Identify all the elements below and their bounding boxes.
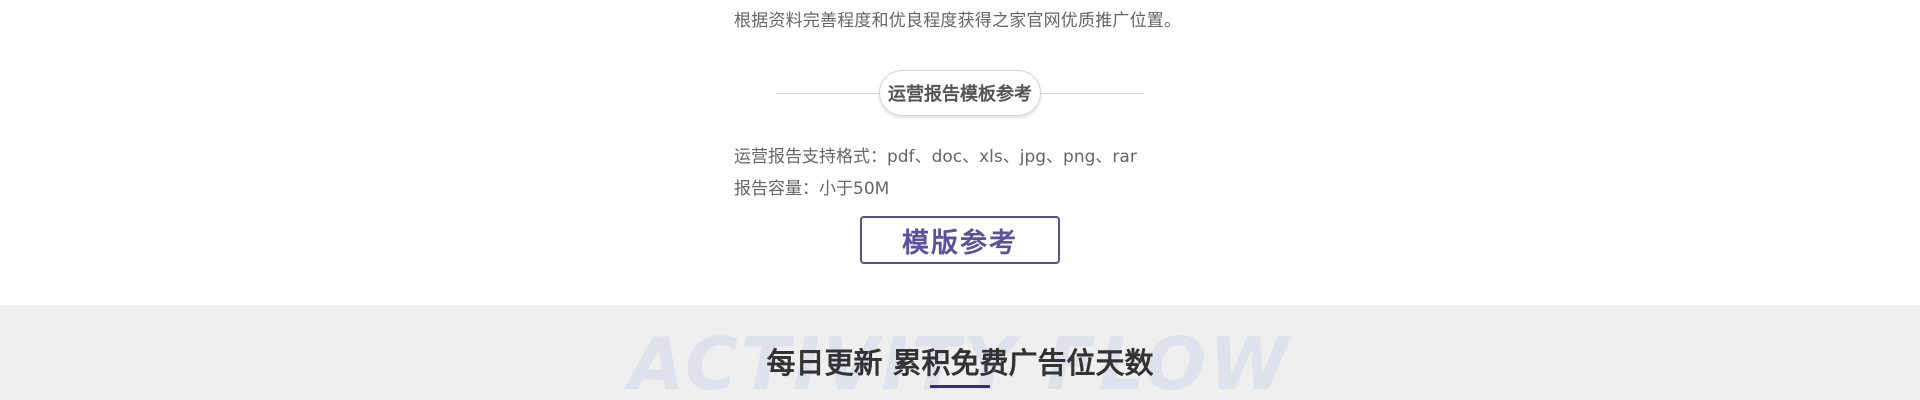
section-divider-left: [776, 93, 880, 94]
report-section-heading: 运营报告模板参考: [879, 70, 1041, 116]
activity-title-underline: [930, 385, 990, 388]
report-size-text: 报告容量：小于50M: [734, 179, 890, 199]
page: 根据资料完善程度和优良程度获得之家官网优质推广位置。 运营报告模板参考 运营报告…: [0, 0, 1920, 400]
report-formats-text: 运营报告支持格式：pdf、doc、xls、jpg、png、rar: [734, 147, 1137, 167]
intro-text: 根据资料完善程度和优良程度获得之家官网优质推广位置。: [734, 11, 1182, 31]
template-reference-button[interactable]: 模版参考: [860, 216, 1060, 264]
section-divider-right: [1040, 93, 1144, 94]
activity-section-title: 每日更新 累积免费广告位天数: [766, 346, 1154, 380]
